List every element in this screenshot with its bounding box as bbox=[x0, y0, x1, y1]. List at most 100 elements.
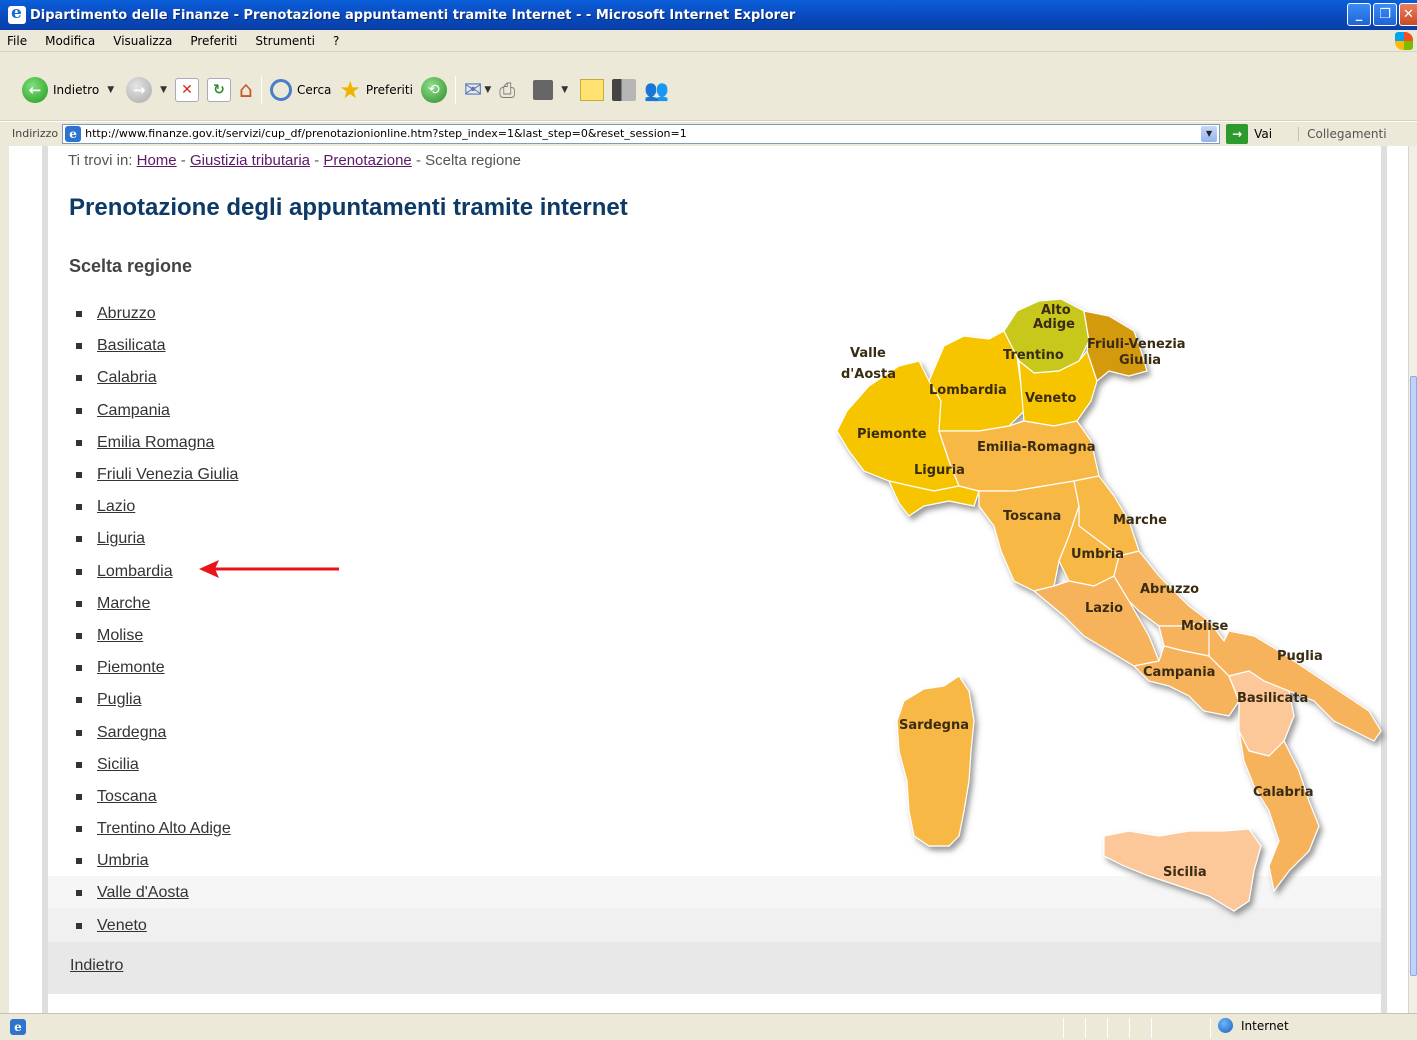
map-region-toscana[interactable] bbox=[978, 480, 1080, 592]
svg-text:Trentino: Trentino bbox=[1003, 348, 1064, 363]
forward-button[interactable]: → ▼ bbox=[122, 75, 171, 105]
chevron-down-icon[interactable]: ▼ bbox=[107, 85, 114, 95]
list-item: Campania bbox=[76, 395, 238, 427]
refresh-button[interactable]: ↻ bbox=[203, 75, 235, 105]
menu-strumenti[interactable]: Strumenti bbox=[255, 34, 315, 48]
vertical-scrollbar[interactable] bbox=[1408, 146, 1417, 1013]
note-icon bbox=[580, 79, 605, 101]
breadcrumb-home-link[interactable]: Home bbox=[137, 152, 177, 169]
research-button[interactable] bbox=[608, 75, 640, 105]
menu-preferiti[interactable]: Preferiti bbox=[190, 34, 237, 48]
svg-text:Lombardia: Lombardia bbox=[929, 383, 1007, 398]
status-divider bbox=[1210, 1018, 1211, 1038]
mail-button[interactable]: ✉ ▼ bbox=[460, 75, 495, 105]
back-arrow-icon: ← bbox=[22, 77, 48, 103]
mail-icon: ✉ bbox=[463, 77, 483, 103]
list-item: Trentino Alto Adige bbox=[76, 813, 238, 845]
svg-text:Giulia: Giulia bbox=[1119, 353, 1161, 368]
toolbar-separator bbox=[454, 76, 456, 104]
region-link-lazio[interactable]: Lazio bbox=[97, 498, 135, 516]
map-region-lombardia[interactable] bbox=[928, 330, 1025, 432]
back-link[interactable]: Indietro bbox=[70, 957, 123, 975]
region-link-sardegna[interactable]: Sardegna bbox=[97, 724, 166, 742]
region-link-lombardia[interactable]: Lombardia bbox=[97, 563, 173, 581]
edit-button[interactable]: ▼ bbox=[529, 75, 572, 105]
search-button[interactable]: Cerca bbox=[266, 75, 335, 105]
status-divider bbox=[1107, 1018, 1108, 1038]
list-item: Valle d'Aosta bbox=[76, 877, 238, 909]
map-region-sardegna[interactable] bbox=[896, 675, 975, 847]
links-label[interactable]: Collegamenti bbox=[1298, 126, 1387, 141]
scrollbar-thumb[interactable] bbox=[1410, 376, 1417, 976]
print-button[interactable]: ⎙ bbox=[495, 75, 519, 105]
svg-text:Adige: Adige bbox=[1033, 317, 1075, 332]
globe-icon bbox=[1218, 1018, 1233, 1033]
list-item: Liguria bbox=[76, 523, 238, 555]
address-url[interactable]: http://www.finanze.gov.it/servizi/cup_df… bbox=[85, 127, 1201, 140]
stop-button[interactable]: ✕ bbox=[171, 75, 203, 105]
history-button[interactable]: ⟲ bbox=[417, 75, 451, 105]
region-link-abruzzo[interactable]: Abruzzo bbox=[97, 305, 156, 323]
list-item: Abruzzo bbox=[76, 298, 238, 330]
breadcrumb-prenotazione-link[interactable]: Prenotazione bbox=[323, 152, 411, 169]
region-link-umbria[interactable]: Umbria bbox=[97, 852, 149, 870]
back-button[interactable]: ← Indietro ▼ bbox=[18, 75, 118, 105]
svg-text:Emilia-Romagna: Emilia-Romagna bbox=[977, 440, 1096, 455]
favorites-button[interactable]: ★ Preferiti bbox=[335, 75, 417, 105]
search-icon bbox=[270, 79, 293, 101]
home-button[interactable]: ⌂ bbox=[235, 75, 257, 105]
chevron-down-icon[interactable]: ▼ bbox=[1201, 125, 1218, 142]
chevron-down-icon[interactable]: ▼ bbox=[561, 85, 568, 95]
messenger-button[interactable]: 👥 bbox=[640, 75, 673, 105]
region-link-campania[interactable]: Campania bbox=[97, 402, 170, 420]
menu-bar: File Modifica Visualizza Preferiti Strum… bbox=[0, 30, 1417, 52]
region-link-emilia-romagna[interactable]: Emilia Romagna bbox=[97, 434, 214, 452]
region-list: Abruzzo Basilicata Calabria Campania Emi… bbox=[76, 298, 238, 942]
svg-text:Puglia: Puglia bbox=[1277, 649, 1323, 664]
svg-text:Molise: Molise bbox=[1181, 619, 1229, 634]
list-item: Basilicata bbox=[76, 330, 238, 362]
list-item: Toscana bbox=[76, 781, 238, 813]
region-link-sicilia[interactable]: Sicilia bbox=[97, 756, 139, 774]
region-link-liguria[interactable]: Liguria bbox=[97, 530, 145, 548]
menu-help[interactable]: ? bbox=[333, 34, 339, 48]
region-link-veneto[interactable]: Veneto bbox=[97, 917, 147, 935]
region-link-basilicata[interactable]: Basilicata bbox=[97, 337, 165, 355]
menu-modifica[interactable]: Modifica bbox=[45, 34, 95, 48]
italy-region-map[interactable]: Alto Adige Trentino Friuli-Venezia Giuli… bbox=[829, 291, 1389, 941]
page-title: Prenotazione degli appuntamenti tramite … bbox=[69, 194, 628, 221]
svg-text:Marche: Marche bbox=[1113, 513, 1167, 528]
window-title: Dipartimento delle Finanze - Prenotazion… bbox=[30, 7, 796, 23]
list-item: Lazio bbox=[76, 491, 238, 523]
region-link-valle-daosta[interactable]: Valle d'Aosta bbox=[97, 884, 189, 902]
research-icon bbox=[612, 79, 637, 101]
close-button[interactable]: ✕ bbox=[1399, 3, 1417, 26]
address-bar: Indirizzo e http://www.finanze.gov.it/se… bbox=[0, 121, 1417, 145]
region-link-puglia[interactable]: Puglia bbox=[97, 691, 141, 709]
status-bar: e Internet bbox=[0, 1013, 1417, 1040]
go-arrow-icon: → bbox=[1226, 123, 1249, 144]
region-link-marche[interactable]: Marche bbox=[97, 595, 150, 613]
region-link-molise[interactable]: Molise bbox=[97, 627, 143, 645]
region-link-friuli[interactable]: Friuli Venezia Giulia bbox=[97, 466, 238, 484]
security-zone: Internet bbox=[1218, 1018, 1289, 1033]
chevron-down-icon[interactable]: ▼ bbox=[160, 85, 167, 95]
discuss-button[interactable] bbox=[576, 75, 608, 105]
region-link-trentino[interactable]: Trentino Alto Adige bbox=[97, 820, 231, 838]
breadcrumb-giustizia-link[interactable]: Giustizia tributaria bbox=[190, 152, 310, 169]
go-button[interactable]: → Vai bbox=[1226, 123, 1272, 144]
maximize-button[interactable]: ❐ bbox=[1373, 3, 1397, 26]
svg-text:Sicilia: Sicilia bbox=[1163, 865, 1207, 880]
address-input[interactable]: e http://www.finanze.gov.it/servizi/cup_… bbox=[62, 123, 1221, 144]
region-link-toscana[interactable]: Toscana bbox=[97, 788, 157, 806]
list-item: Piemonte bbox=[76, 652, 238, 684]
svg-text:d'Aosta: d'Aosta bbox=[841, 367, 896, 382]
menu-file[interactable]: File bbox=[7, 34, 27, 48]
region-link-piemonte[interactable]: Piemonte bbox=[97, 659, 165, 677]
chevron-down-icon[interactable]: ▼ bbox=[484, 85, 491, 95]
svg-text:Liguria: Liguria bbox=[914, 463, 965, 478]
region-link-calabria[interactable]: Calabria bbox=[97, 369, 157, 387]
home-icon: ⌂ bbox=[239, 77, 254, 103]
menu-visualizza[interactable]: Visualizza bbox=[113, 34, 172, 48]
minimize-button[interactable]: _ bbox=[1347, 3, 1371, 26]
